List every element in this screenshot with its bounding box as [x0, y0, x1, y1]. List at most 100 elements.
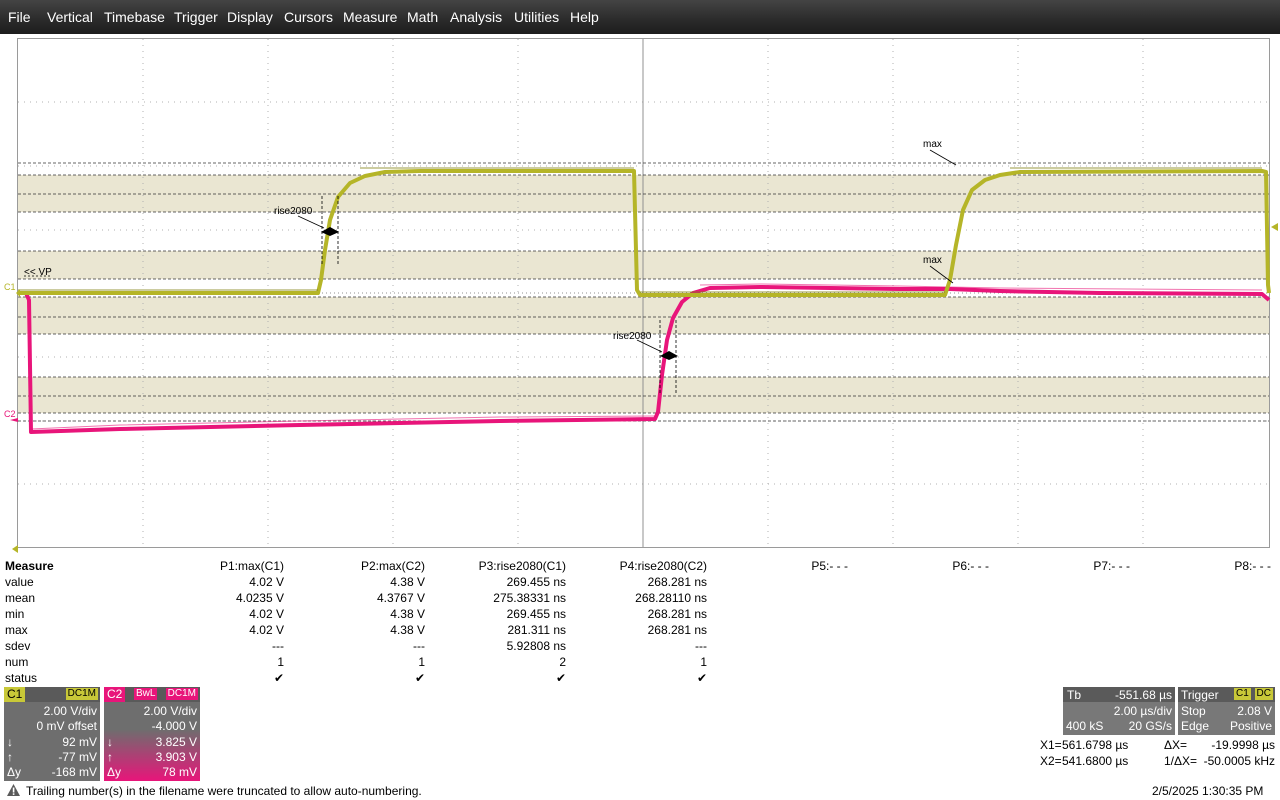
menu-file[interactable]: File: [8, 9, 31, 25]
status-message: Trailing number(s) in the filename were …: [26, 784, 422, 798]
p4-num: 1: [700, 655, 707, 669]
row-label-num: num: [5, 655, 29, 669]
c2-delta-y-label: Δy: [107, 765, 122, 779]
c2-rise-label: rise2080: [613, 331, 652, 342]
timebase-scale: 2.00 µs/div: [1113, 704, 1172, 718]
c2-descriptor-header: C2 BwL DC1M: [104, 687, 200, 702]
param-header-p6[interactable]: P6:- - -: [909, 558, 989, 574]
trigger-slope: Positive: [1229, 719, 1272, 733]
menu-vertical[interactable]: Vertical: [47, 9, 93, 25]
p2-num: 1: [418, 655, 425, 669]
menu-cursors[interactable]: Cursors: [284, 9, 333, 25]
c1-max-label: max: [923, 139, 942, 150]
cursor-inv-dx-value: -50.0005 kHz: [1203, 754, 1275, 768]
param-header-p7[interactable]: P7:- - -: [1050, 558, 1130, 574]
param-header-p8[interactable]: P8:- - -: [1191, 558, 1271, 574]
warning-icon: [6, 783, 21, 800]
menu-math[interactable]: Math: [407, 9, 438, 25]
cursor-dx-value: -19.9998 µs: [1211, 738, 1275, 752]
p3-sdev: 5.92808 ns: [506, 639, 566, 653]
c2-cursor-down-value: 3.825 V: [155, 735, 197, 749]
param-header-p4[interactable]: P4:rise2080(C2): [597, 558, 707, 574]
c1-cursor-up-icon: ↑: [7, 750, 13, 764]
timebase-sample-rate: 20 GS/s: [1128, 719, 1172, 733]
status-bar: Trailing number(s) in the filename were …: [0, 782, 1280, 800]
c2-marker-label: C2: [4, 409, 16, 419]
param-header-p1[interactable]: P1:max(C1): [184, 558, 284, 574]
p2-status-check-icon: ✔: [414, 671, 425, 685]
c2-cursor-down-icon: ↓: [107, 735, 113, 749]
trigger-level: 2.08 V: [1237, 704, 1272, 718]
p4-status-check-icon: ✔: [696, 671, 707, 685]
p1-value: 4.02 V: [249, 575, 284, 589]
trigger-source: C1: [1234, 688, 1251, 700]
cursor-x1-label: X1=: [1040, 738, 1062, 752]
waveform-grid[interactable]: rise2080 rise2080 max max << VP C1 C2: [0, 34, 1280, 554]
c1-delta-y-value: -168 mV: [51, 765, 97, 779]
param-header-p3[interactable]: P3:rise2080(C1): [456, 558, 566, 574]
p1-num: 1: [277, 655, 284, 669]
menu-bar: File Vertical Timebase Trigger Display C…: [0, 0, 1280, 34]
row-label-min: min: [5, 607, 25, 621]
trigger-type: Edge: [1181, 719, 1210, 733]
p4-mean: 268.28110 ns: [635, 591, 707, 605]
p2-min: 4.38 V: [390, 607, 425, 621]
p2-max: 4.38 V: [390, 623, 425, 637]
p1-min: 4.02 V: [249, 607, 284, 621]
p2-value: 4.38 V: [390, 575, 425, 589]
cursor-readout: X1= 561.6798 µs ΔX= -19.9998 µs X2= 541.…: [1040, 737, 1280, 771]
menu-analysis[interactable]: Analysis: [450, 9, 502, 25]
c2-scale: 2.00 V/div: [143, 704, 197, 718]
c2-descriptor[interactable]: C2 BwL DC1M 2.00 V/div -4.000 V ↓ 3.825 V…: [104, 687, 200, 781]
c2-label: C2: [104, 687, 126, 702]
timebase-samples: 400 kS: [1066, 719, 1104, 733]
c1-coupling: DC1M: [65, 688, 98, 700]
trigger-time-marker[interactable]: [12, 545, 18, 553]
c2-bandwidth-limit: BwL: [134, 688, 158, 700]
param-header-p5[interactable]: P5:- - -: [768, 558, 848, 574]
menu-measure[interactable]: Measure: [343, 9, 397, 25]
cursor-x2-label: X2=: [1040, 754, 1062, 768]
menu-timebase[interactable]: Timebase: [104, 9, 165, 25]
c1-max-marker: max: [923, 139, 957, 166]
trigger-descriptor[interactable]: Trigger C1 DC Stop 2.08 V Edge Positive: [1178, 687, 1275, 735]
menu-display[interactable]: Display: [227, 9, 273, 25]
cursor-x2-value: 541.6800 µs: [1062, 754, 1129, 768]
cursor-inv-dx-label: 1/ΔX=: [1164, 754, 1198, 768]
p3-mean: 275.38331 ns: [493, 591, 566, 605]
timebase-delay: -551.68 µs: [1115, 688, 1172, 702]
row-label-value: value: [5, 575, 34, 589]
p4-value: 268.281 ns: [647, 575, 707, 589]
c2-level-marker[interactable]: C2: [4, 409, 18, 422]
c2-coupling: DC1M: [165, 688, 198, 700]
cursor-x1-value: 561.6798 µs: [1062, 738, 1129, 752]
timebase-descriptor[interactable]: Tb -551.68 µs 2.00 µs/div 400 kS 20 GS/s: [1063, 687, 1175, 735]
trigger-level-marker[interactable]: [1271, 223, 1278, 231]
c1-cursor-down-icon: ↓: [7, 735, 13, 749]
c2-cursor-up-icon: ↑: [107, 750, 113, 764]
p3-num: 2: [559, 655, 566, 669]
menu-utilities[interactable]: Utilities: [514, 9, 559, 25]
cursor-dx-label: ΔX=: [1164, 738, 1188, 752]
trigger-label: Trigger: [1181, 688, 1219, 702]
menu-trigger[interactable]: Trigger: [174, 9, 218, 25]
p4-max: 268.281 ns: [647, 623, 707, 637]
c1-delta-y-label: Δy: [7, 765, 22, 779]
p1-sdev: ---: [272, 639, 284, 653]
p2-sdev: ---: [413, 639, 425, 653]
menu-help[interactable]: Help: [570, 9, 599, 25]
param-header-p2[interactable]: P2:max(C2): [324, 558, 425, 574]
p3-status-check-icon: ✔: [555, 671, 566, 685]
row-label-mean: mean: [5, 591, 36, 605]
p1-status-check-icon: ✔: [273, 671, 284, 685]
p3-value: 269.455 ns: [506, 575, 566, 589]
c1-offset: 0 mV offset: [36, 719, 97, 733]
c1-cursor-up-value: -77 mV: [58, 750, 97, 764]
trigger-coupling: DC: [1254, 688, 1273, 700]
row-label-max: max: [5, 623, 28, 637]
c1-label: C1: [4, 687, 26, 702]
c1-descriptor[interactable]: C1 DC1M 2.00 V/div 0 mV offset ↓ 92 mV ↑ -…: [4, 687, 100, 781]
measure-title[interactable]: Measure: [5, 558, 54, 574]
p1-max: 4.02 V: [249, 623, 284, 637]
c1-marker-label: C1: [4, 282, 16, 292]
